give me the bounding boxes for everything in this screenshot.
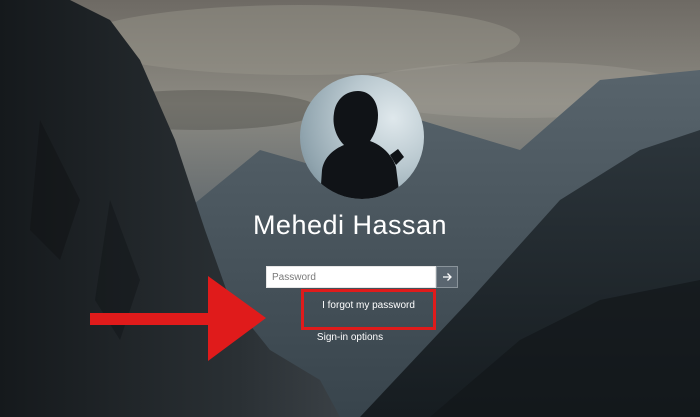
person-silhouette-icon xyxy=(320,91,404,199)
forgot-password-link[interactable]: I forgot my password xyxy=(301,300,436,311)
user-name: Mehedi Hassan xyxy=(252,210,448,240)
arrow-right-icon xyxy=(443,273,452,281)
password-row xyxy=(266,266,458,288)
red-arrow-annotation xyxy=(90,276,266,361)
user-avatar xyxy=(300,75,424,199)
submit-button[interactable] xyxy=(436,266,458,288)
lock-screen: Mehedi Hassan I forgot my password Sign-… xyxy=(0,0,700,417)
password-input[interactable] xyxy=(266,266,436,288)
